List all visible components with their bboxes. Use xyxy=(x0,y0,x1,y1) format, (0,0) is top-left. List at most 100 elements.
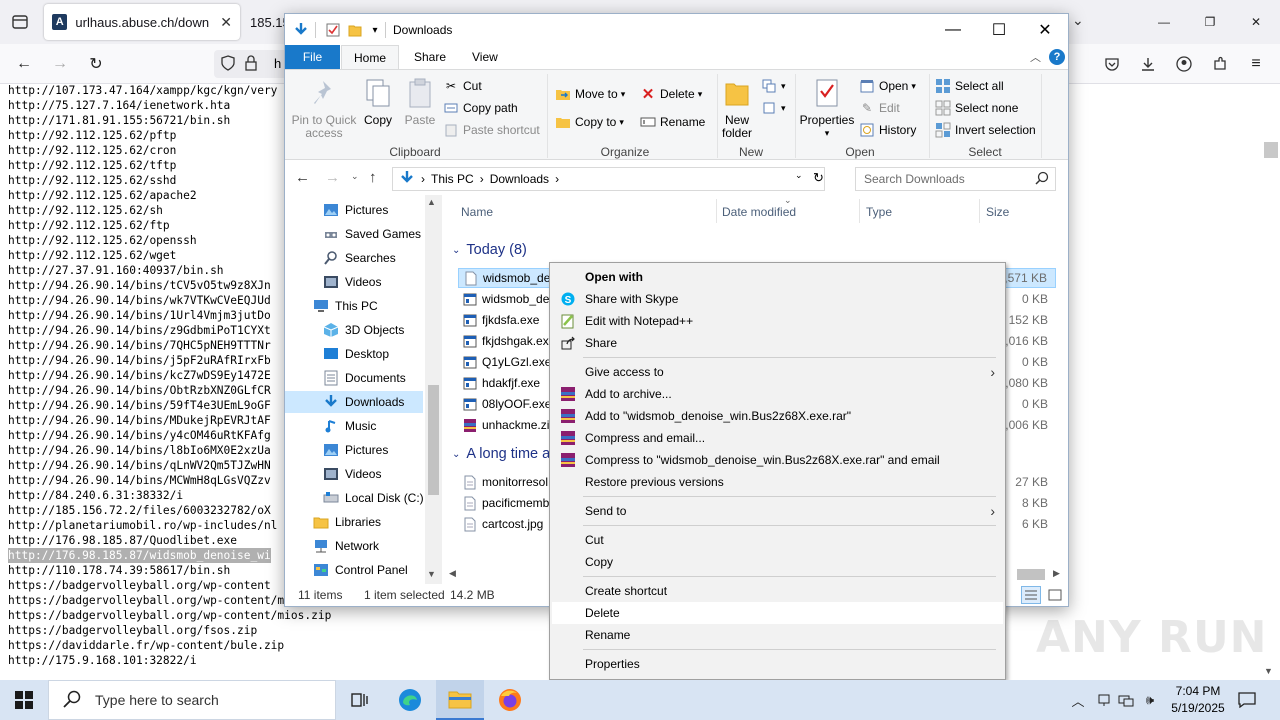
url-list-line[interactable]: http://94.26.90.14/bins/z9GdbmiPoT1CYXt xyxy=(8,323,271,338)
page-scrollbar-thumb[interactable] xyxy=(1264,142,1278,158)
up-icon[interactable]: ↑ xyxy=(369,169,377,186)
scroll-up-arrow-icon[interactable]: ▲ xyxy=(427,197,436,207)
url-list-line[interactable]: http://94.26.90.14/bins/59fT4e3UEmL9oGF xyxy=(8,398,271,413)
nav-item-videos[interactable]: Videos xyxy=(285,271,423,293)
url-list-line[interactable]: http://75.127.7.164/ienetwork.hta xyxy=(8,98,230,113)
paste-button[interactable]: Paste xyxy=(403,76,437,127)
url-list-line[interactable]: http://110.178.74.39:58617/bin.sh xyxy=(8,563,230,578)
column-divider[interactable] xyxy=(859,199,860,223)
menu-item-copy[interactable]: Copy xyxy=(552,551,1003,573)
column-date-modified[interactable]: Date modified xyxy=(722,205,796,219)
file-explorer-taskbar-icon[interactable] xyxy=(436,680,484,720)
open-button[interactable]: Open ▾ xyxy=(859,76,916,96)
new-folder-button[interactable]: New folder xyxy=(719,76,755,140)
move-to-button[interactable]: Move to ▾ xyxy=(555,84,625,104)
nav-item-documents[interactable]: Documents xyxy=(285,367,423,389)
nav-item-libraries[interactable]: Libraries xyxy=(285,511,423,533)
downloads-icon[interactable] xyxy=(1136,52,1160,76)
properties-button[interactable]: Properties ▾ xyxy=(799,76,855,140)
tab-overflow-chevron-icon[interactable]: ⌄ xyxy=(1072,12,1084,29)
address-dropdown-icon[interactable]: ⌄ xyxy=(795,170,803,181)
url-list-line[interactable]: http://84.240.6.31:38332/i xyxy=(8,488,183,503)
rename-button[interactable]: Rename xyxy=(640,112,705,132)
url-list-line[interactable]: http://92.112.125.62/wget xyxy=(8,248,176,263)
url-list-line[interactable]: https://badgervolleyball.org/fsos.zip xyxy=(8,623,257,638)
clock[interactable]: 7:04 PM 5/19/2025 xyxy=(1168,683,1228,717)
refresh-icon[interactable]: ↻ xyxy=(813,170,824,186)
nav-item-network[interactable]: Network xyxy=(285,535,423,557)
url-list-line[interactable]: http://94.26.90.14/bins/MCWmH8qLGsVQZzv xyxy=(8,473,271,488)
nav-item-saved-games[interactable]: Saved Games xyxy=(285,223,423,245)
url-list-line[interactable]: http://171.81.91.155:56721/bin.sh xyxy=(8,113,230,128)
tab-view[interactable]: View xyxy=(460,45,510,69)
url-list-line[interactable]: http://92.112.125.62/sshd xyxy=(8,173,176,188)
nav-item-local-disk-c[interactable]: Local Disk (C:) xyxy=(285,487,424,509)
tab-file[interactable]: File xyxy=(285,45,340,69)
reload-icon[interactable]: ↻ xyxy=(84,52,108,76)
tab-list-icon[interactable] xyxy=(8,10,32,34)
account-icon[interactable] xyxy=(1172,52,1196,76)
details-view-icon[interactable] xyxy=(1021,586,1041,604)
column-divider[interactable] xyxy=(979,199,980,223)
properties-quick-icon[interactable] xyxy=(325,22,341,38)
pin-to-quick-access-button[interactable]: Pin to Quick access xyxy=(289,76,359,140)
tab-share[interactable]: Share xyxy=(402,45,458,69)
forward-icon[interactable]: → xyxy=(325,169,340,186)
recent-locations-icon[interactable]: ⌄ xyxy=(351,171,359,182)
column-divider[interactable] xyxy=(716,199,717,223)
tab-home[interactable]: Home xyxy=(341,45,400,69)
nav-item-this-pc[interactable]: This PC xyxy=(285,295,423,317)
nav-item-desktop[interactable]: Desktop xyxy=(285,343,423,365)
menu-item-restore-previous-versions[interactable]: Restore previous versions xyxy=(552,471,1003,493)
url-list-line[interactable]: http://94.26.90.14/bins/7QHC5pNEH9TTTNr xyxy=(8,338,271,353)
page-scrollbar[interactable] xyxy=(1262,84,1280,680)
menu-icon[interactable]: ≡ xyxy=(1244,52,1268,76)
scroll-down-arrow-icon[interactable]: ▼ xyxy=(1264,666,1273,676)
url-list-line[interactable]: http://94.26.90.14/bins/MDukejRpEVRJtAF xyxy=(8,413,271,428)
browser-minimize-button[interactable]: — xyxy=(1141,0,1187,44)
copy-path-button[interactable]: Copy path xyxy=(443,98,518,118)
new-item-button[interactable]: ▾ xyxy=(761,76,786,96)
url-list-line[interactable]: http://176.98.185.87/Quodlibet.exe xyxy=(8,533,237,548)
history-button[interactable]: History xyxy=(859,120,916,140)
select-none-button[interactable]: Select none xyxy=(935,98,1018,118)
new-folder-quick-icon[interactable] xyxy=(347,22,363,38)
browser-close-button[interactable]: ✕ xyxy=(1233,0,1279,44)
invert-selection-button[interactable]: Invert selection xyxy=(935,120,1036,140)
url-list-line[interactable]: http://94.26.90.14/bins/l8bIo6MX0E2xzUa xyxy=(8,443,271,458)
back-icon[interactable]: ← xyxy=(295,169,310,186)
paste-shortcut-button[interactable]: Paste shortcut xyxy=(443,120,540,140)
edge-browser-icon[interactable] xyxy=(386,680,434,720)
url-list-line[interactable]: https://badgervolleyball.org/wp-content/… xyxy=(8,608,331,623)
url-list-line[interactable]: http://107.173.47.164/xampp/kgc/kgn/very xyxy=(8,84,277,98)
ethernet-icon[interactable] xyxy=(1116,690,1136,710)
cut-button[interactable]: ✂ Cut xyxy=(443,76,482,96)
nav-item-downloads[interactable]: Downloads xyxy=(285,391,423,413)
url-list-line[interactable]: http://94.26.90.14/bins/j5pF2uRAfRIrxFb xyxy=(8,353,271,368)
menu-item-open-with[interactable]: Open with xyxy=(552,266,1003,288)
forward-icon[interactable]: → xyxy=(48,52,72,76)
close-icon[interactable]: ✕ xyxy=(220,14,232,31)
menu-item-compress-and-email[interactable]: Compress and email... xyxy=(552,427,1003,449)
menu-item-share[interactable]: Share xyxy=(552,332,1003,354)
browser-tab-2[interactable]: 185.15 xyxy=(242,4,286,40)
url-list-line[interactable]: http://94.26.90.14/bins/y4cOM46uRtKFAfg xyxy=(8,428,271,443)
collapse-ribbon-icon[interactable]: ︿ xyxy=(1030,49,1041,65)
minimize-button[interactable]: — xyxy=(930,14,976,45)
scroll-down-arrow-icon[interactable]: ▼ xyxy=(427,569,436,579)
select-all-button[interactable]: Select all xyxy=(935,76,1004,96)
delete-button[interactable]: ✕ Delete ▾ xyxy=(640,84,703,104)
column-name[interactable]: Name xyxy=(461,205,493,219)
menu-item-delete[interactable]: Delete xyxy=(552,602,1003,624)
nav-item-3d-objects[interactable]: 3D Objects xyxy=(285,319,423,341)
url-list-line[interactable]: http://92.112.125.62/sh xyxy=(8,203,163,218)
maximize-button[interactable]: ☐ xyxy=(976,14,1022,45)
menu-item-send-to[interactable]: Send to › xyxy=(552,500,1003,522)
back-icon[interactable]: ← xyxy=(12,52,36,76)
close-button[interactable]: ✕ xyxy=(1022,14,1068,45)
horizontal-scrollbar-thumb[interactable] xyxy=(1017,569,1045,580)
nav-item-control-panel[interactable]: Control Panel xyxy=(285,559,423,581)
pocket-icon[interactable] xyxy=(1100,52,1124,76)
url-list-line[interactable]: http://94.26.90.14/bins/wk7VTKwCVeEQJUd xyxy=(8,293,271,308)
breadcrumb-this-pc[interactable]: This PC xyxy=(431,172,474,186)
